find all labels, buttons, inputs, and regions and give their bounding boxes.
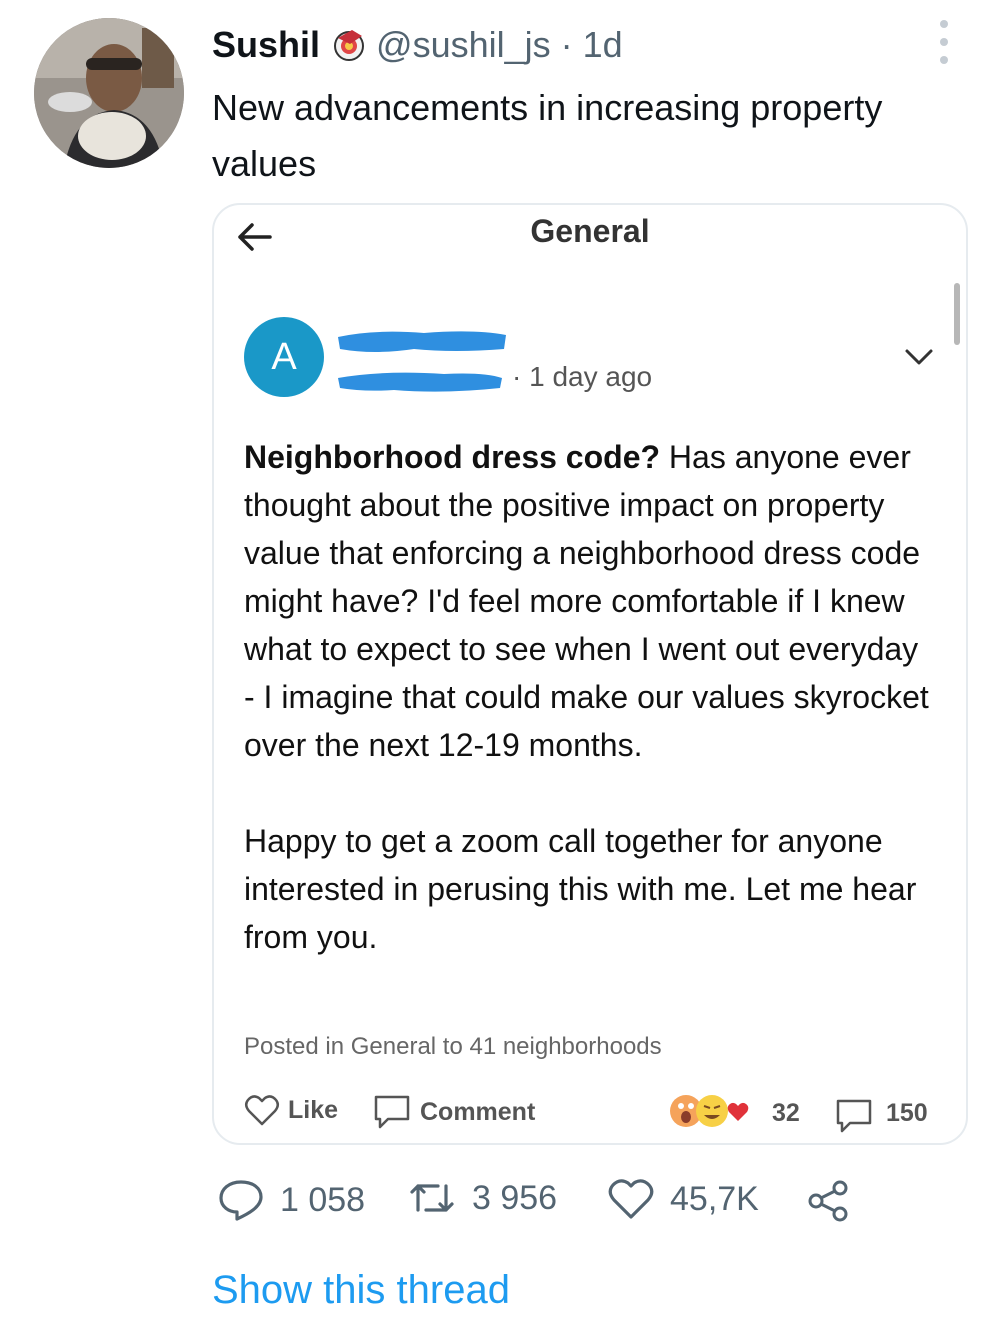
comment-count-icon — [836, 1099, 872, 1133]
card-title: General — [530, 213, 650, 249]
reaction-count: 32 — [772, 1099, 800, 1127]
post-time: · 1 day ago — [512, 361, 653, 392]
retweet-button[interactable]: 3 956 — [408, 1178, 557, 1218]
reply-icon — [219, 1180, 263, 1221]
like-label: Like — [288, 1095, 339, 1124]
post-like-button[interactable]: Like — [244, 1093, 338, 1127]
heart-icon — [608, 1179, 654, 1219]
retweet-count: 3 956 — [472, 1178, 558, 1217]
post-paragraph-1: Neighborhood dress code? Has anyone ever… — [244, 433, 934, 769]
like-button[interactable]: 45,7K — [608, 1178, 759, 1220]
scrollbar[interactable] — [954, 283, 960, 345]
more-icon[interactable] — [930, 20, 958, 64]
like-count: 45,7K — [670, 1179, 759, 1218]
post-body-text-1: Has anyone ever thought about the positi… — [244, 439, 929, 763]
comment-label: Comment — [420, 1097, 536, 1126]
redacted-subtitle-scribble — [338, 372, 502, 392]
author-meta: @sushil_js · 1d — [376, 24, 623, 66]
comment-icon — [374, 1095, 410, 1129]
tweet-author-row: Sushil @sushil_js · 1d — [212, 24, 623, 66]
reaction-icons — [670, 1095, 749, 1127]
sushi-emoji-icon — [332, 28, 366, 62]
post-comment-button[interactable]: Comment — [372, 1093, 535, 1131]
reply-count: 1 058 — [280, 1180, 366, 1219]
comment-count[interactable]: 150 — [886, 1099, 928, 1128]
redacted-name-scribble — [338, 331, 506, 352]
avatar-photo — [34, 18, 184, 168]
reply-button[interactable]: 1 058 — [218, 1178, 365, 1222]
tweet-time[interactable]: 1d — [583, 24, 623, 65]
author-avatar[interactable] — [34, 18, 184, 168]
reaction-emojis[interactable] — [668, 1091, 758, 1131]
embedded-screenshot-card[interactable]: General A · 1 day ago Neighborhood dress… — [212, 203, 968, 1145]
chevron-down-icon[interactable] — [904, 347, 934, 367]
share-button[interactable] — [806, 1180, 866, 1222]
show-thread-link[interactable]: Show this thread — [212, 1268, 510, 1313]
post-author-avatar[interactable]: A — [244, 317, 324, 397]
post-paragraph-2: Happy to get a zoom call together for an… — [244, 823, 917, 955]
tweet-text: New advancements in increasing property … — [212, 87, 883, 184]
retweet-icon — [410, 1184, 454, 1212]
post-title: Neighborhood dress code? — [244, 439, 661, 475]
author-name[interactable]: Sushil — [212, 24, 320, 66]
post-footnote: Posted in General to 41 neighborhoods — [244, 1033, 662, 1060]
meta-separator: · — [550, 24, 583, 65]
heart-icon — [245, 1095, 279, 1126]
back-arrow-icon[interactable] — [234, 221, 274, 253]
share-icon — [808, 1180, 848, 1222]
post-body: Neighborhood dress code? Has anyone ever… — [244, 433, 934, 961]
author-handle[interactable]: @sushil_js — [376, 24, 551, 65]
